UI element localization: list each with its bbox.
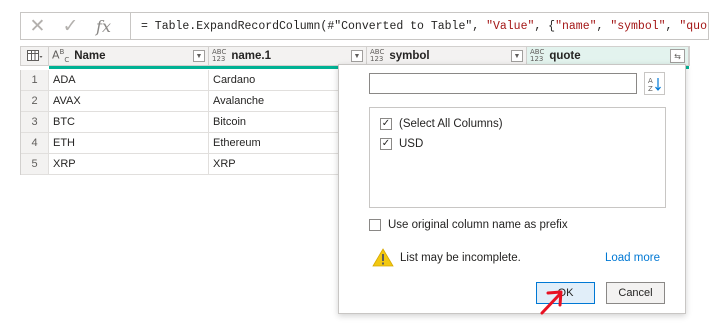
formula-sep: , [665,19,680,33]
warning-message: List may be incomplete. [372,248,521,267]
load-more-link[interactable]: Load more [605,252,660,264]
expand-column-icon[interactable]: ⇆ [670,49,685,63]
row-number[interactable]: 3 [21,112,49,133]
sort-az-icon[interactable]: AZ [644,72,665,95]
warning-icon [372,248,394,267]
formula-arg-value: "Value" [486,19,535,33]
row-number[interactable]: 4 [21,133,49,154]
column-label: Name [74,50,106,62]
formula-arg-name: "name" [555,19,597,33]
column-search-input[interactable] [369,73,637,94]
fx-icon[interactable]: fx [87,13,120,39]
warning-text: List may be incomplete. [400,251,521,264]
quality-bar-name [49,66,209,69]
prefix-option[interactable]: Use original column name as prefix [369,219,568,231]
column-label: symbol [389,50,430,62]
filter-dropdown-icon[interactable]: ▼ [511,50,523,62]
annotation-arrow-icon [540,290,563,315]
checkbox-prefix[interactable] [369,219,381,231]
cancel-button[interactable]: Cancel [606,282,665,304]
formula-sep: , { [534,19,556,33]
column-header-row: ABC Name ▼ ABC 123 name.1 ▼ ABC 123 symbol… [20,46,690,66]
cell-name[interactable]: XRP [49,154,209,175]
column-label: name.1 [231,50,271,62]
list-item-usd[interactable]: ✓ USD [380,138,423,150]
any-type-icon[interactable]: ABC 123 [530,49,544,63]
list-item-select-all[interactable]: ✓ (Select All Columns) [380,118,503,130]
cell-name[interactable]: BTC [49,112,209,133]
row-number[interactable]: 2 [21,91,49,112]
column-label: quote [549,50,581,62]
cell-name[interactable]: ETH [49,133,209,154]
column-header-name1[interactable]: ABC 123 name.1 ▼ [209,47,367,65]
checkbox-select-all[interactable]: ✓ [380,118,392,130]
formula-sep: , [596,19,611,33]
list-item-label: USD [399,138,424,150]
prefix-label: Use original column name as prefix [388,219,568,231]
cell-name[interactable]: AVAX [49,91,209,112]
column-header-symbol[interactable]: ABC 123 symbol ▼ [367,47,527,65]
formula-text[interactable]: = Table.ExpandRecordColumn(#"Converted t… [131,20,708,33]
cell-name[interactable]: ADA [49,70,209,91]
row-number[interactable]: 5 [21,154,49,175]
column-header-quote[interactable]: ABC 123 quote ⇆ [527,47,689,65]
svg-text:A: A [648,77,653,85]
filter-dropdown-icon[interactable]: ▼ [351,50,363,62]
text-type-icon[interactable]: ABC [52,48,69,64]
table-menu-icon[interactable] [21,47,49,65]
svg-text:Z: Z [648,85,653,92]
expand-column-popup: AZ ✓ (Select All Columns) ✓ USD Use orig… [338,64,686,314]
checkbox-usd[interactable]: ✓ [380,138,392,150]
formula-bar: ✕ ✓ fx = Table.ExpandRecordColumn(#"Conv… [20,12,709,40]
formula-arg-symbol: "symbol" [610,19,666,33]
x-icon[interactable]: ✕ [21,13,54,39]
row-number[interactable]: 1 [21,70,49,91]
formula-prefix: = Table.ExpandRecordColumn(#"Converted t… [141,19,487,33]
formula-arg-quote: "quote" [679,19,708,33]
column-list: ✓ (Select All Columns) ✓ USD [369,107,666,208]
filter-dropdown-icon[interactable]: ▼ [193,50,205,62]
any-type-icon[interactable]: ABC 123 [212,49,226,63]
list-item-label: (Select All Columns) [399,118,503,130]
check-icon[interactable]: ✓ [54,13,87,39]
any-type-icon[interactable]: ABC 123 [370,49,384,63]
column-header-name[interactable]: ABC Name ▼ [49,47,209,65]
